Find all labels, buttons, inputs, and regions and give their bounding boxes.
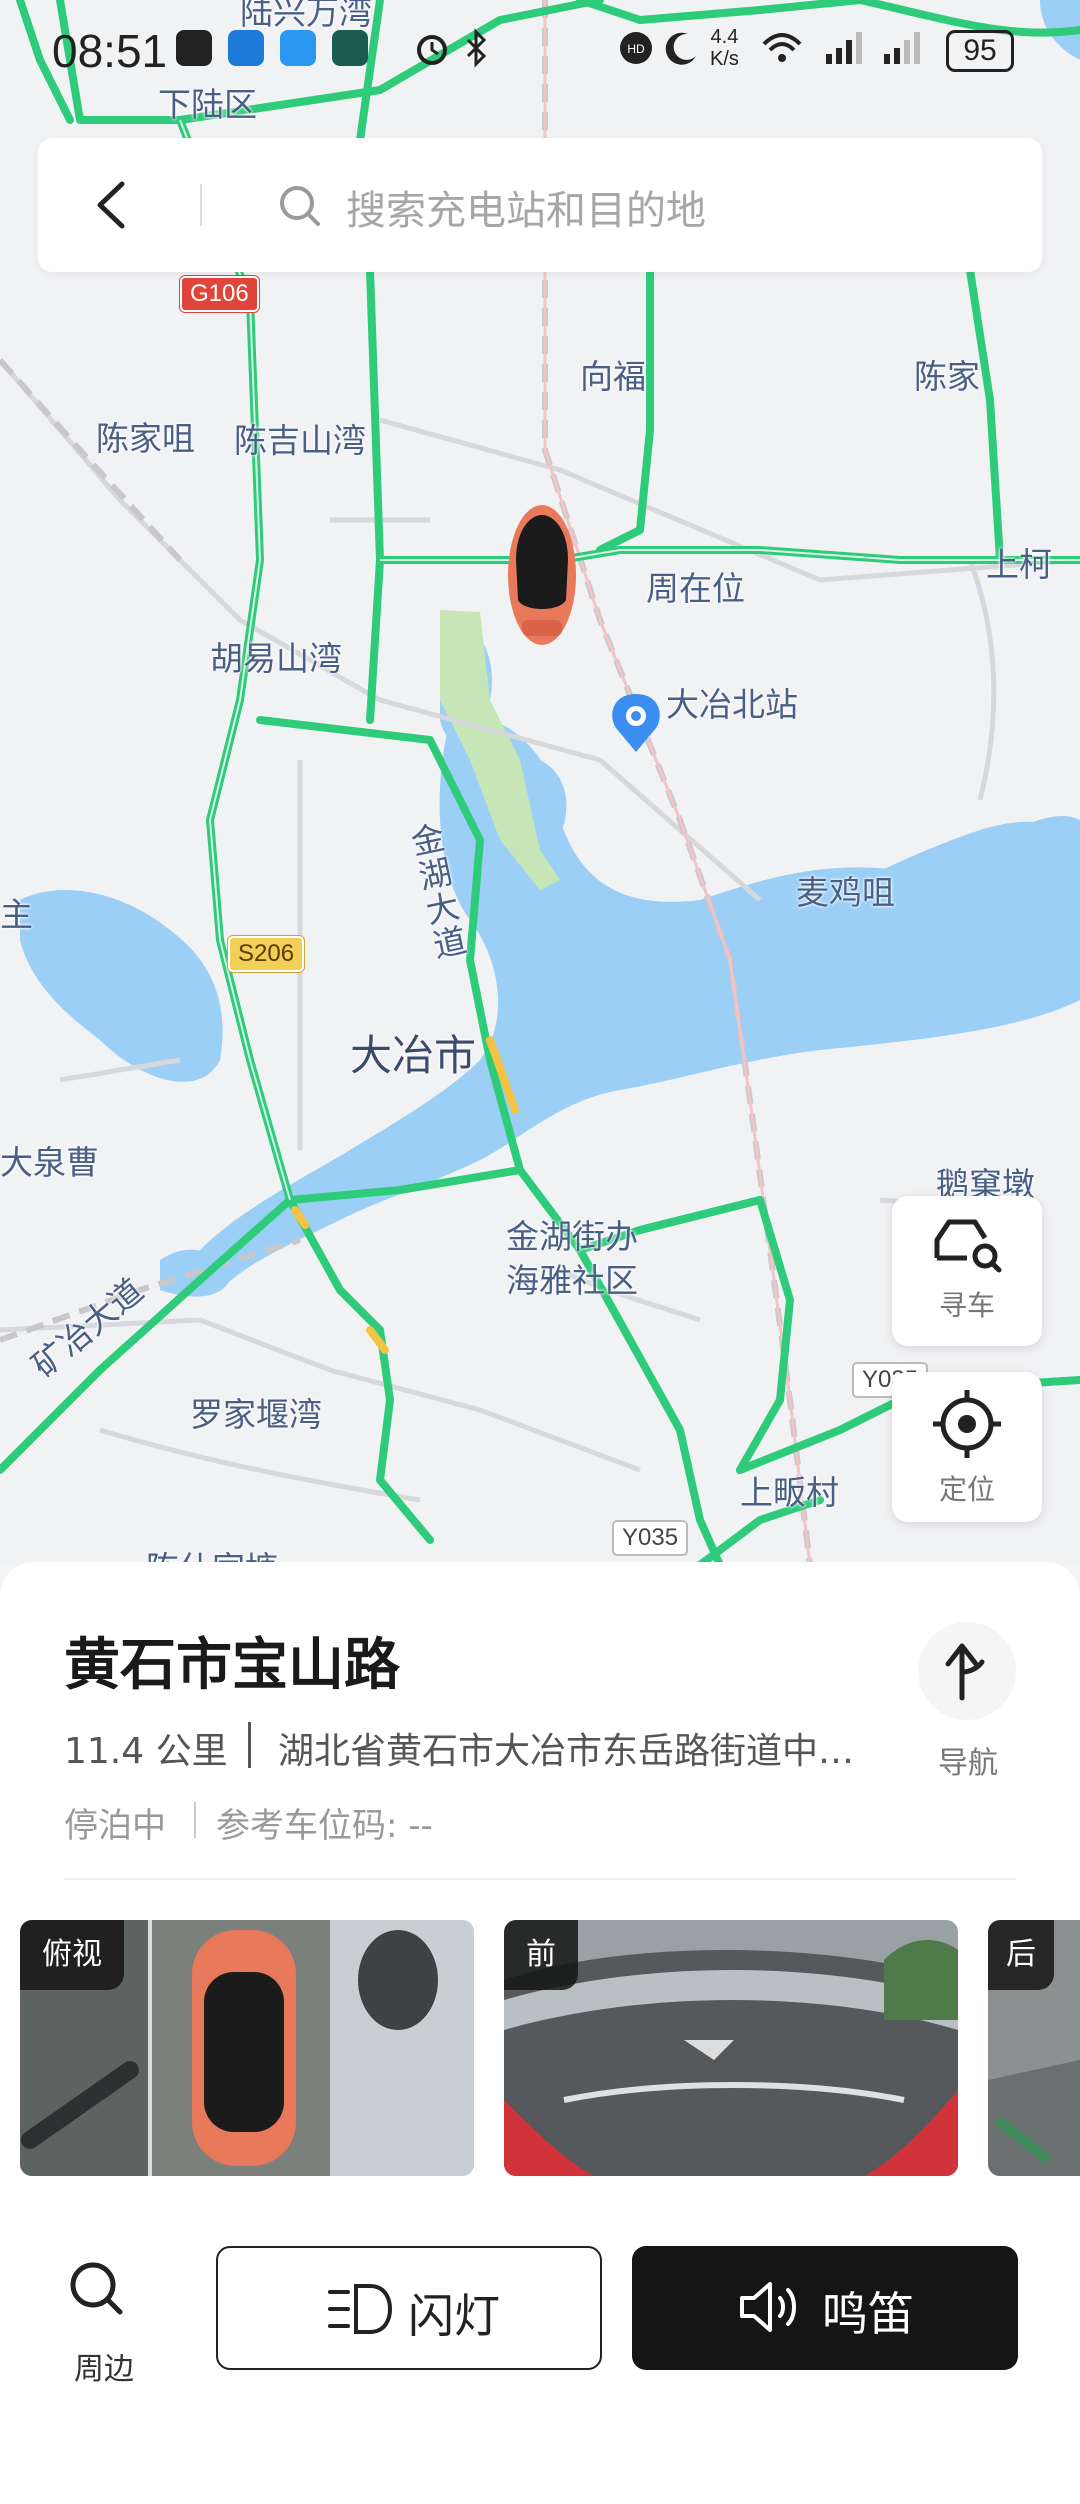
navigate-button[interactable]: [918, 1622, 1016, 1720]
speaker-icon: [740, 2282, 796, 2332]
headlight-icon: [328, 2284, 393, 2334]
alarm-icon: [417, 35, 447, 65]
do-not-disturb-icon: [665, 32, 696, 65]
map-label-zhu: 主: [0, 895, 33, 934]
map-label-shangke: 上柯: [986, 545, 1052, 584]
map-label-huyishanwan: 胡易山湾: [210, 639, 342, 678]
map-label-chenjishanwan: 陈吉山湾: [234, 421, 366, 460]
road-shield-g106: G106: [180, 276, 259, 312]
locate-crosshair-icon: [933, 1390, 1001, 1458]
divider: [64, 1878, 1016, 1880]
locate-button[interactable]: 定位: [892, 1372, 1042, 1522]
camera-tag: 后: [988, 1920, 1054, 1990]
signal-icon: [884, 32, 920, 64]
map-label-haiya: 海雅社区: [506, 1261, 638, 1300]
road-shield-s206: S206: [228, 936, 305, 972]
camera-tag: 俯视: [20, 1920, 124, 1990]
horn-label: 鸣笛: [822, 2287, 914, 2341]
map-label-maijiju: 麦鸡咀: [796, 873, 895, 912]
battery-indicator: 95: [946, 30, 1014, 72]
find-car-label: 寻车: [938, 1289, 995, 1322]
horn-button[interactable]: 鸣笛: [632, 2246, 1018, 2370]
app-notification-icon: [176, 30, 212, 66]
signal-icon: [826, 32, 862, 64]
map-label-daye-north-station[interactable]: 大冶北站: [666, 678, 798, 726]
map-label-daquancao: 大泉曹: [0, 1143, 99, 1182]
find-car-icon: [934, 1219, 1002, 1273]
search-icon: [70, 2262, 123, 2315]
camera-card-top-view[interactable]: 俯视: [20, 1920, 474, 2176]
navigate-turn-icon: [945, 1643, 985, 1701]
back-arrow-icon[interactable]: [78, 172, 144, 238]
divider: [248, 1722, 251, 1768]
search-icon: [280, 186, 320, 226]
parking-status: 停泊中: [64, 1806, 166, 1846]
distance: 11.4 公里: [64, 1731, 228, 1772]
map-label-zhouzaiwei: 周在位: [646, 569, 745, 608]
divider: [194, 1802, 196, 1838]
address: 湖北省黄石市大冶市东岳路街道中…: [278, 1731, 855, 1772]
hd-call-icon: HD: [620, 32, 652, 64]
status-time: 08:51: [52, 25, 168, 77]
around-label: 周边: [74, 2352, 134, 2387]
map-label-shangfancun: 上畈村: [740, 1473, 839, 1512]
car-map-marker: [508, 505, 576, 645]
camera-card-front[interactable]: 前: [504, 1920, 958, 2176]
camera-card-rear[interactable]: 后: [988, 1920, 1080, 2176]
search-input[interactable]: 搜索充电站和目的地: [346, 178, 706, 236]
status-bar: 08:51 HD 4.4 K/s 95: [0, 0, 1080, 100]
map-label-xiangfu: 向福: [580, 357, 646, 396]
flash-lights-button[interactable]: 闪灯: [216, 2246, 602, 2370]
parking-space-code: 参考车位码: --: [216, 1806, 433, 1846]
find-car-button[interactable]: 寻车: [892, 1196, 1042, 1346]
locate-label: 定位: [938, 1473, 995, 1506]
map-label-chenjiaju: 陈家咀: [96, 419, 195, 458]
camera-tag: 前: [504, 1920, 578, 1990]
app-notification-icon: [332, 30, 368, 66]
flash-label: 闪灯: [408, 2289, 500, 2343]
road-shield-y035: Y035: [612, 1520, 689, 1556]
app-notification-icon: [228, 30, 264, 66]
divider: [200, 184, 202, 226]
wifi-icon: [762, 33, 802, 62]
around-button[interactable]: 周边: [50, 2246, 160, 2396]
network-speed: 4.4 K/s: [710, 26, 739, 70]
navigate-label[interactable]: 导航: [920, 1738, 1016, 1782]
place-name: 黄石市宝山路: [64, 1633, 400, 1698]
bluetooth-icon: [466, 28, 487, 68]
svg-text:HD: HD: [627, 42, 645, 56]
action-bar: 周边 闪灯 鸣笛: [0, 2246, 1080, 2406]
map-label-jinhu-office: 金湖街办: [506, 1217, 638, 1256]
map-label-chenjia: 陈家: [914, 357, 980, 396]
map-label-daye-city: 大冶市: [350, 1031, 477, 1080]
map-label-luojiayanwan: 罗家堰湾: [190, 1395, 322, 1434]
chat-notification-icon: [280, 30, 316, 66]
search-bar[interactable]: 搜索充电站和目的地: [38, 138, 1042, 272]
